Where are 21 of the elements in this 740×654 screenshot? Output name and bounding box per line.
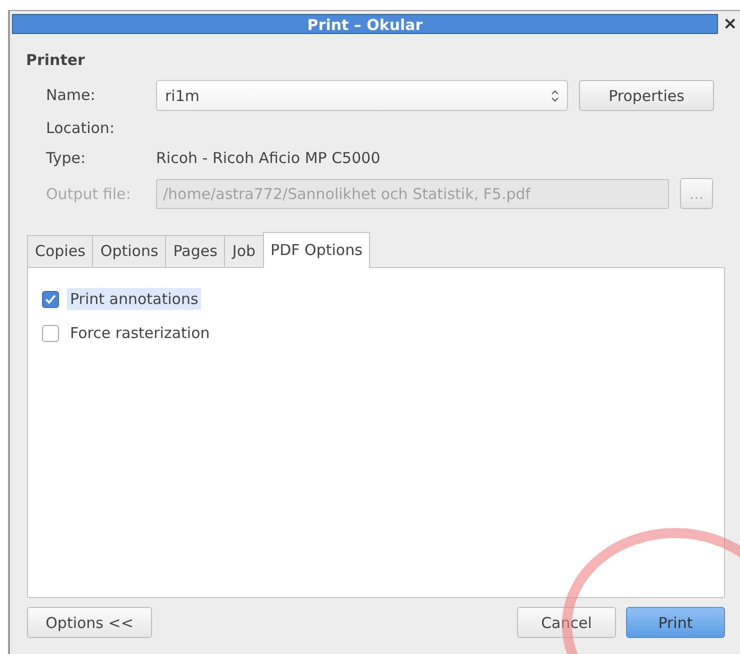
checkbox-label[interactable]: Print annotations bbox=[67, 288, 202, 310]
options-toggle-button[interactable]: Options << bbox=[27, 607, 152, 638]
field-label: Name: bbox=[46, 85, 96, 106]
tab[interactable]: Copies bbox=[27, 235, 94, 267]
field-label: Type: bbox=[46, 148, 87, 169]
spinner-arrows-icon bbox=[551, 90, 559, 102]
field-label: Output file: bbox=[46, 184, 132, 202]
window-title: Print – Okular bbox=[12, 14, 718, 34]
checkbox-label[interactable]: Force rasterization bbox=[67, 322, 213, 344]
properties-button[interactable]: Properties bbox=[579, 80, 714, 111]
printer-type: Ricoh - Ricoh Aficio MP C5000 bbox=[156, 148, 382, 169]
tab[interactable]: PDF Options bbox=[262, 232, 370, 268]
dropdown-value: ri1m bbox=[165, 86, 200, 104]
close-button[interactable]: × bbox=[723, 14, 738, 34]
print-button[interactable]: Print bbox=[626, 607, 725, 638]
checkbox[interactable] bbox=[42, 324, 59, 342]
printer-dropdown[interactable]: ri1m bbox=[156, 80, 568, 111]
checkbox[interactable] bbox=[42, 290, 59, 308]
section-heading: Printer bbox=[26, 51, 86, 69]
cancel-button[interactable]: Cancel bbox=[517, 607, 616, 638]
field-label: Location: bbox=[46, 118, 116, 139]
